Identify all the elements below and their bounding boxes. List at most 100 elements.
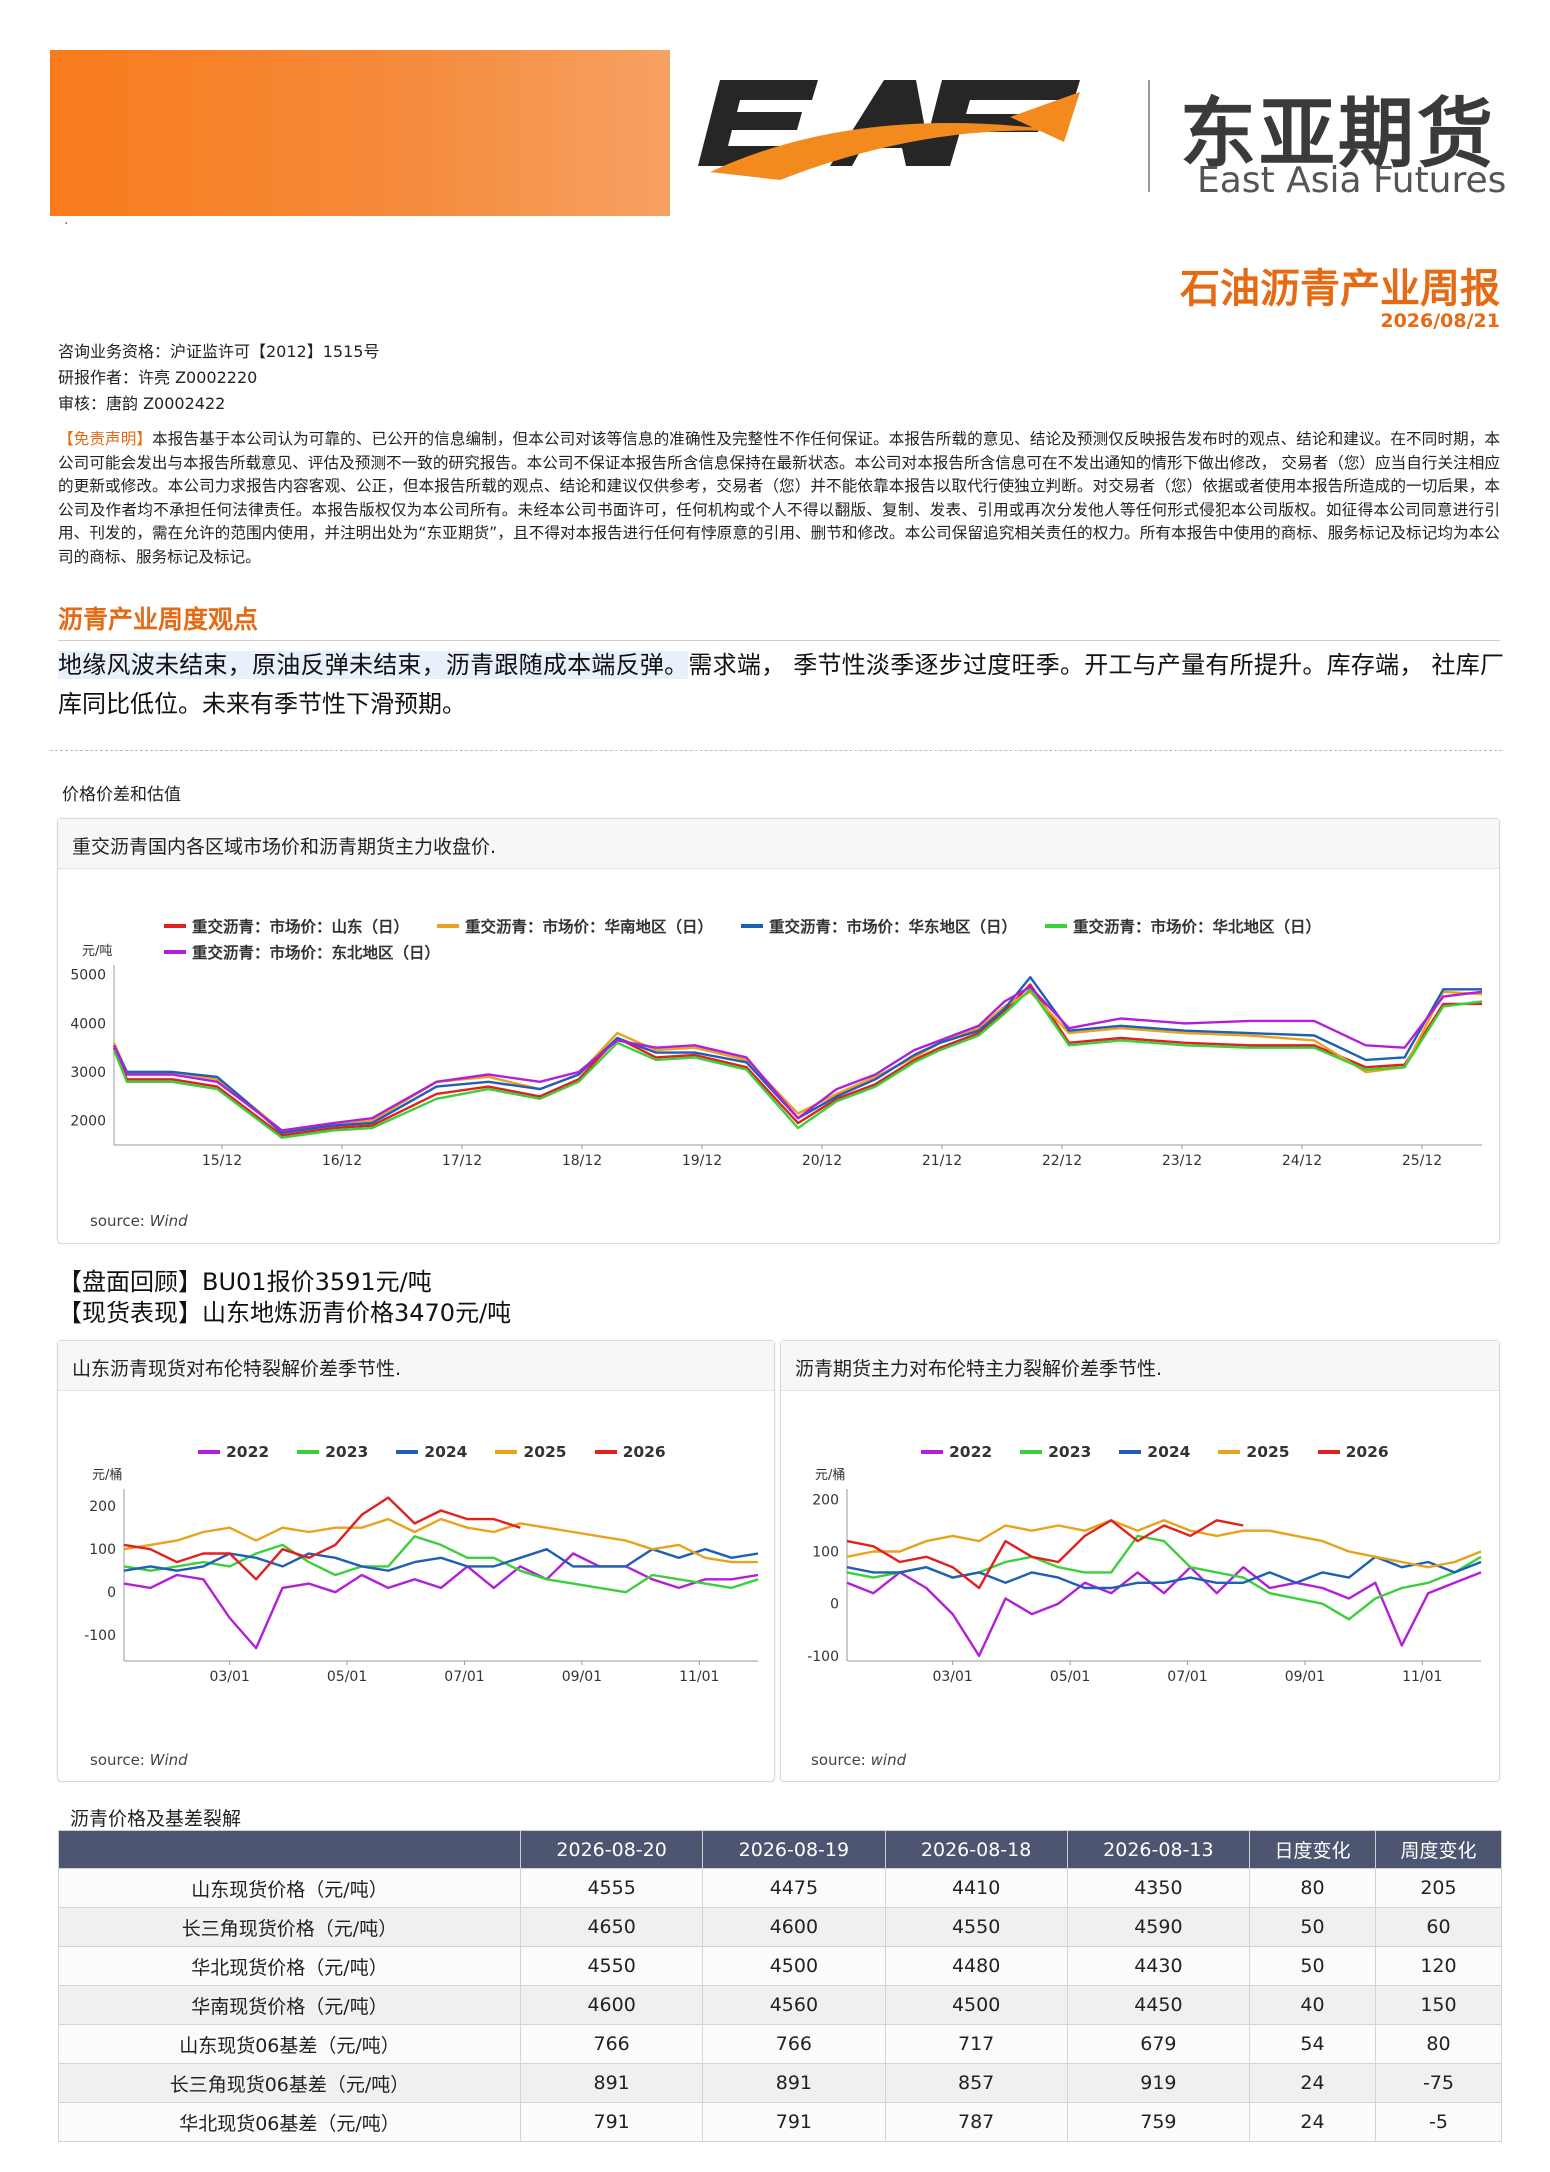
- disclaimer-tag: 【免责声明】: [58, 430, 153, 448]
- legend-swatch: [741, 924, 764, 928]
- y-tick-label: 2000: [70, 1114, 106, 1130]
- table-header-cell: 2026-08-13: [1066, 1830, 1251, 1869]
- x-tick-label: 22/12: [1042, 1153, 1082, 1169]
- legend-item: 重交沥青：市场价：华东地区（日）: [741, 915, 1017, 937]
- x-tick-label: 25/12: [1402, 1153, 1442, 1169]
- legend-label: 2025: [523, 1443, 567, 1461]
- y-tick-label: 200: [812, 1492, 839, 1508]
- chart-panel-regional-prices: 重交沥青国内各区域市场价和沥青期货主力收盘价. 重交沥青：市场价：山东（日） 重交…: [57, 818, 1500, 1244]
- table-cell: 891: [519, 2063, 704, 2103]
- x-tick-label: 17/12: [442, 1153, 482, 1169]
- table-cell: 50: [1249, 1946, 1376, 1986]
- license-line: 咨询业务资格：沪证监许可【2012】1515号: [58, 342, 380, 361]
- table-cell: 717: [884, 2024, 1068, 2064]
- row-label: 长三角现货价格（元/吨）: [58, 1907, 521, 1947]
- table-cell: 24: [1249, 2102, 1376, 2142]
- legend-swatch: [396, 1450, 419, 1454]
- row-label: 山东现货价格（元/吨）: [58, 1868, 521, 1908]
- x-tick-label: 07/01: [444, 1669, 484, 1685]
- table-header-cell: 2026-08-18: [884, 1830, 1068, 1869]
- table-header-row: 2026-08-20 2026-08-19 2026-08-18 2026-08-13…: [58, 1830, 1503, 1869]
- table-cell: 4550: [884, 1907, 1068, 1947]
- y-tick-label: 5000: [70, 968, 106, 984]
- legend-label: 2025: [1246, 1443, 1290, 1461]
- legend-label: 2024: [424, 1443, 468, 1461]
- legend-item: 2023: [297, 1443, 368, 1461]
- y-tick-label: 100: [89, 1542, 116, 1558]
- logo-divider: [1148, 80, 1150, 192]
- legend-swatch: [921, 1450, 943, 1454]
- legend-label: 重交沥青：市场价：华南地区（日）: [465, 918, 714, 936]
- y-axis-unit: 元/吨: [82, 944, 112, 959]
- series-line-2024: [846, 1555, 1482, 1590]
- table-row: 长三角现货06基差（元/吨） 891 891 857 919 24 -75: [58, 2063, 1503, 2103]
- section-rule: [58, 640, 1500, 641]
- chart-source: source: Wind: [90, 1751, 188, 1769]
- x-tick-label: 09/01: [1285, 1669, 1325, 1685]
- legend-label: 重交沥青：市场价：华北地区（日）: [1073, 918, 1322, 936]
- x-tick-label: 15/12: [202, 1153, 242, 1169]
- x-tick-label: 03/01: [209, 1669, 249, 1685]
- table-row: 华南现货价格（元/吨） 4600 4560 4500 4450 40 150: [58, 1985, 1503, 2025]
- y-tick-label: -100: [807, 1649, 839, 1665]
- legend-item: 2026: [594, 1443, 666, 1461]
- legend-swatch: [594, 1450, 617, 1454]
- row-label: 长三角现货06基差（元/吨）: [58, 2063, 521, 2103]
- legend-label: 重交沥青：市场价：山东（日）: [192, 918, 410, 936]
- y-tick-label: 100: [812, 1545, 839, 1561]
- company-name-en: East Asia Futures: [1197, 160, 1507, 201]
- table-cell: 791: [702, 2102, 886, 2142]
- table-cell: 50: [1249, 1907, 1376, 1947]
- chart-panel-futures-crack: 沥青期货主力对布伦特主力裂解价差季节性. 2022 2023 2024 2025 202…: [780, 1340, 1500, 1782]
- y-axis-unit: 元/桶: [92, 1468, 122, 1483]
- x-tick-label: 18/12: [562, 1153, 602, 1169]
- y-tick-label: 4000: [70, 1016, 106, 1032]
- table-cell: 4500: [884, 1985, 1068, 2025]
- legend-label: 2022: [949, 1443, 993, 1461]
- y-tick-label: 0: [107, 1585, 116, 1601]
- table-cell: 919: [1066, 2063, 1251, 2103]
- table-header-cell: 周度变化: [1374, 1830, 1503, 1869]
- view-highlight: 地缘风波未结束，原油反弹未结束，沥青跟随成本端反弹。: [58, 651, 689, 679]
- chart-panel-spot-crack: 山东沥青现货对布伦特裂解价差季节性. 2022 2023 2024 2025 2026 …: [57, 1340, 775, 1782]
- table-cell: 759: [1066, 2102, 1251, 2142]
- y-tick-label: -100: [84, 1628, 116, 1644]
- legend-label: 2026: [622, 1443, 666, 1461]
- legend-item: 2024: [396, 1443, 467, 1461]
- table-cell: 4550: [519, 1946, 704, 1986]
- series-line-2022: [123, 1552, 759, 1650]
- table-cell: 4560: [702, 1985, 886, 2025]
- y-tick-label: 0: [830, 1597, 839, 1613]
- table-cell: 891: [702, 2063, 886, 2103]
- table-cell: 791: [519, 2102, 704, 2142]
- table-cell: 80: [1374, 2024, 1503, 2064]
- series-line-重交沥青：市场价：东北地区（日）: [112, 985, 1483, 1132]
- legend-item: 重交沥青：市场价：华北地区（日）: [1045, 915, 1321, 937]
- x-tick-label: 07/01: [1167, 1669, 1207, 1685]
- row-label: 华北现货价格（元/吨）: [58, 1946, 521, 1986]
- chart-source: source: Wind: [90, 1212, 188, 1230]
- x-tick-label: 11/01: [1402, 1669, 1442, 1685]
- legend-item: 2025: [1218, 1443, 1290, 1461]
- legend-item: 重交沥青：市场价：华南地区（日）: [437, 915, 713, 937]
- disclaimer: 【免责声明】本报告基于本公司认为可靠的、已公开的信息编制，但本公司对该等信息的准…: [58, 428, 1500, 569]
- researcher-line: 研报作者：许亮 Z0002220: [58, 368, 258, 387]
- legend-item: 2025: [495, 1443, 567, 1461]
- x-tick-label: 05/01: [327, 1669, 367, 1685]
- series-line-重交沥青：市场价：华南地区（日）: [112, 990, 1483, 1132]
- legend-swatch: [1317, 1450, 1340, 1454]
- legend-label: 2023: [325, 1443, 369, 1461]
- legend-label: 2026: [1345, 1443, 1389, 1461]
- table-cell: 150: [1374, 1985, 1503, 2025]
- legend-swatch: [1218, 1450, 1241, 1454]
- table-cell: 24: [1249, 2063, 1376, 2103]
- chart-title: 山东沥青现货对布伦特裂解价差季节性.: [58, 1341, 774, 1391]
- spot-crack-chart: 元/桶 -100 0 100 200 03/01 05/01 07/01 09/01 11/01: [84, 1468, 759, 1685]
- table-cell: 120: [1374, 1946, 1503, 1986]
- table-cell: 766: [702, 2024, 886, 2064]
- section-label: 价格价差和估值: [62, 785, 181, 805]
- legend-swatch: [1020, 1450, 1043, 1454]
- table-cell: -75: [1374, 2063, 1503, 2103]
- table-cell: 4475: [702, 1868, 886, 1908]
- chart-legend: 2022 2023 2024 2025 2026: [198, 1439, 758, 1461]
